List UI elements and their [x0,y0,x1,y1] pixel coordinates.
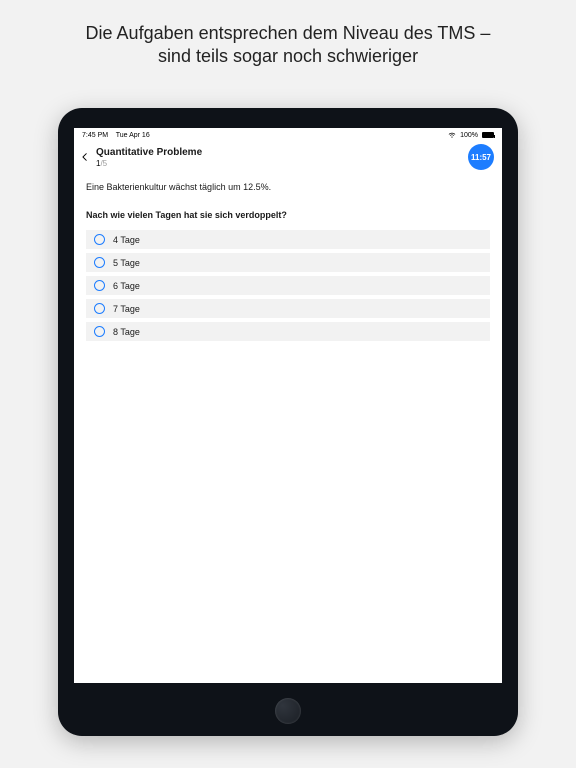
app-screen: 7:45 PM Tue Apr 16 100% Quantitative Pro… [74,128,502,683]
option-label: 8 Tage [113,327,140,337]
title-block: Quantitative Probleme 1/5 [96,147,468,168]
status-left: 7:45 PM Tue Apr 16 [82,132,150,139]
chevron-left-icon [80,152,90,162]
option-row[interactable]: 8 Tage [86,322,490,341]
page-title: Quantitative Probleme [96,147,468,158]
option-row[interactable]: 6 Tage [86,276,490,295]
status-time: 7:45 PM [82,132,108,139]
tablet-frame: 7:45 PM Tue Apr 16 100% Quantitative Pro… [58,108,518,736]
status-bar: 7:45 PM Tue Apr 16 100% [74,128,502,140]
back-button[interactable] [78,148,96,166]
status-right: 100% [448,131,494,139]
battery-icon [482,132,494,138]
options-list: 4 Tage 5 Tage 6 Tage 7 Tage 8 Tage [86,230,490,341]
radio-icon [94,257,105,268]
option-row[interactable]: 4 Tage [86,230,490,249]
promo-line1: Die Aufgaben entsprechen dem Niveau des … [86,23,491,43]
option-row[interactable]: 5 Tage [86,253,490,272]
promo-line2: sind teils sogar noch schwieriger [158,46,418,66]
quiz-prompt: Eine Bakterienkultur wächst täglich um 1… [86,182,490,192]
option-row[interactable]: 7 Tage [86,299,490,318]
progress-total: /5 [100,159,107,168]
quiz-content: Eine Bakterienkultur wächst täglich um 1… [74,176,502,347]
radio-icon [94,303,105,314]
radio-icon [94,326,105,337]
timer-badge[interactable]: 11:57 [468,144,494,170]
option-label: 7 Tage [113,304,140,314]
status-date: Tue Apr 16 [116,132,150,139]
progress-indicator: 1/5 [96,159,468,168]
promo-heading: Die Aufgaben entsprechen dem Niveau des … [0,0,576,69]
battery-percent: 100% [460,132,478,139]
radio-icon [94,280,105,291]
quiz-question: Nach wie vielen Tagen hat sie sich verdo… [86,210,490,220]
radio-icon [94,234,105,245]
wifi-icon [448,131,456,139]
option-label: 6 Tage [113,281,140,291]
home-button[interactable] [275,698,301,724]
option-label: 4 Tage [113,235,140,245]
app-bar: Quantitative Probleme 1/5 11:57 [74,140,502,176]
option-label: 5 Tage [113,258,140,268]
timer-value: 11:57 [471,153,491,162]
